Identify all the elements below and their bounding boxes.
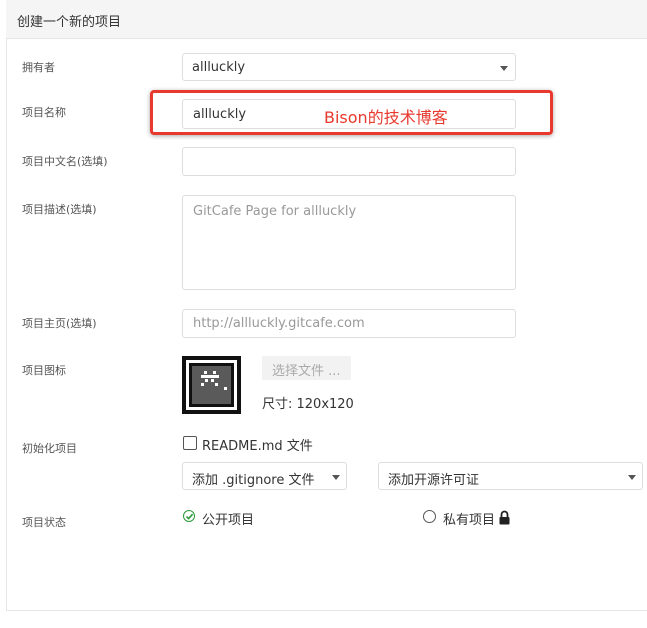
gitignore-select-value: 添加 .gitignore 文件 — [192, 473, 315, 488]
public-radio[interactable] — [183, 510, 195, 522]
check-icon — [185, 513, 193, 520]
project-name-label: 项目名称 — [22, 106, 66, 119]
chevron-down-icon — [332, 475, 340, 480]
description-label: 项目描述(选填) — [22, 203, 97, 216]
description-placeholder: GitCafe Page for allluckly — [193, 204, 357, 219]
chevron-down-icon — [628, 475, 636, 480]
description-textarea[interactable]: GitCafe Page for allluckly — [182, 195, 516, 290]
homepage-label: 项目主页(选填) — [22, 317, 97, 330]
owner-select[interactable]: allluckly — [182, 53, 516, 81]
panel-header: 创建一个新的项目 — [6, 0, 647, 39]
public-radio-label: 公开项目 — [202, 513, 255, 528]
homepage-input[interactable]: http://allluckly.gitcafe.com — [182, 309, 516, 338]
license-select[interactable]: 添加开源许可证 — [378, 462, 643, 490]
readme-checkbox-label: README.md 文件 — [202, 439, 313, 454]
icon-size-text: 尺寸: 120x120 — [262, 397, 354, 412]
license-select-value: 添加开源许可证 — [388, 473, 480, 488]
init-label: 初始化项目 — [22, 442, 77, 455]
owner-select-value: allluckly — [192, 60, 246, 75]
cn-name-label: 项目中文名(选填) — [22, 155, 108, 168]
visibility-label: 项目状态 — [22, 516, 66, 529]
owner-label: 拥有者 — [22, 61, 55, 74]
readme-checkbox[interactable] — [183, 436, 197, 450]
cn-name-input[interactable] — [182, 147, 516, 176]
gitignore-select[interactable]: 添加 .gitignore 文件 — [182, 462, 347, 490]
annotation-text: Bison的技术博客 — [324, 108, 448, 127]
homepage-placeholder: http://allluckly.gitcafe.com — [193, 316, 365, 331]
chevron-down-icon — [500, 66, 508, 71]
private-radio[interactable] — [423, 510, 436, 523]
icon-label: 项目图标 — [22, 364, 66, 377]
panel-title: 创建一个新的项目 — [17, 15, 122, 30]
lock-icon — [498, 510, 511, 525]
project-icon-preview — [182, 356, 241, 414]
private-radio-label: 私有项目 — [443, 513, 496, 528]
choose-file-button[interactable]: 选择文件 ... — [262, 356, 351, 380]
choose-file-label: 选择文件 ... — [272, 364, 341, 379]
